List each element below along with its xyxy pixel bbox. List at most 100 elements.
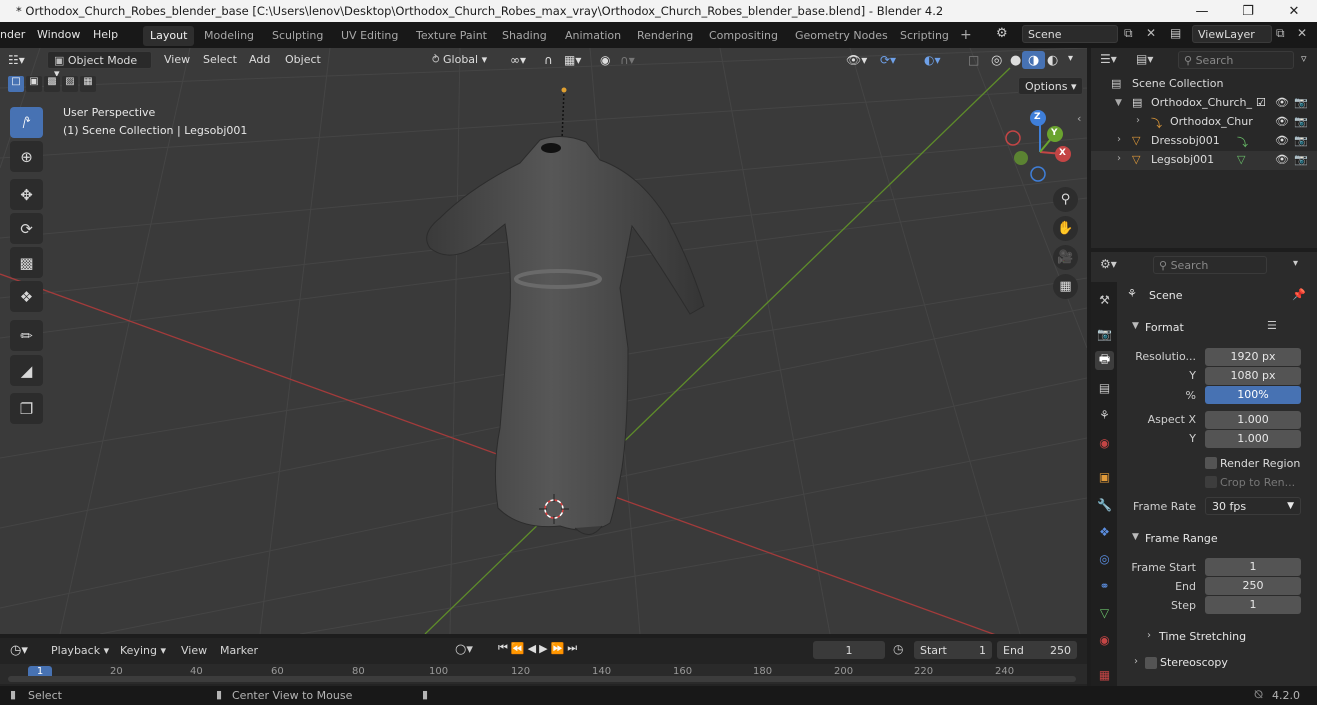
measure-tool[interactable]: ◢ (10, 355, 43, 386)
menu-view[interactable]: View (158, 51, 196, 69)
eye-icon[interactable]: 👁 (1275, 153, 1289, 166)
select-extend-icon[interactable]: ▣ (26, 76, 42, 92)
time-stretching-panel-header[interactable]: › Time Stretching (1125, 626, 1308, 648)
camera-render-icon[interactable]: 📷 (1294, 115, 1308, 128)
world-tab-icon[interactable]: ◉ (1095, 433, 1114, 452)
transform-orientation[interactable]: ⥁ Global ▾ (426, 51, 493, 69)
close-button[interactable]: ✕ (1271, 0, 1317, 22)
scene-selector[interactable]: Scene (1022, 25, 1118, 43)
menu-object[interactable]: Object (279, 51, 327, 69)
menu-select[interactable]: Select (197, 51, 243, 69)
outliner-search-input[interactable]: ⚲ Search (1178, 51, 1294, 69)
scale-tool[interactable]: ▩ (10, 247, 43, 278)
eye-icon[interactable]: 👁 (1275, 134, 1289, 147)
data-tab-icon[interactable]: ▽ (1095, 603, 1114, 622)
scene-tab-icon[interactable]: ⚘ (1095, 405, 1114, 424)
frame-start-field[interactable]: 1 (1205, 558, 1301, 576)
add-workspace-button[interactable]: + (953, 24, 979, 44)
object-tab-icon[interactable]: ▣ (1095, 467, 1114, 486)
format-panel-header[interactable]: ▼ Format ☰ (1125, 317, 1308, 339)
eye-icon[interactable]: 👁 (1275, 115, 1289, 128)
robe-model[interactable] (426, 136, 705, 535)
zoom-icon[interactable]: ⚲ (1053, 187, 1078, 212)
overlay-icon[interactable]: ◐▾ (918, 51, 947, 69)
shading-options-icon[interactable]: ▾ (1062, 51, 1079, 69)
pin-icon[interactable]: 📌 (1292, 288, 1306, 301)
timeline-menu-view[interactable]: View (181, 644, 207, 657)
gizmo-toggle-icon[interactable]: ⟳▾ (874, 51, 902, 69)
select-intersect-icon[interactable]: ▦ (80, 76, 96, 92)
camera-view-icon[interactable]: 🎥 (1053, 245, 1078, 270)
jump-start-icon[interactable]: ⏮ (498, 641, 508, 655)
tab-texture-paint[interactable]: Texture Paint (409, 26, 494, 46)
expand-arrow-icon[interactable]: ▼ (1115, 98, 1122, 108)
tab-compositing[interactable]: Compositing (702, 26, 785, 46)
timeline-menu-playback[interactable]: Playback ▾ (51, 644, 109, 657)
presets-icon[interactable]: ☰ (1267, 319, 1277, 332)
resolution-percent-field[interactable]: 100% (1205, 386, 1301, 404)
maximize-button[interactable]: ❐ (1225, 0, 1271, 22)
frame-range-panel-header[interactable]: ▼ Frame Range (1125, 528, 1308, 550)
visibility-icon[interactable]: 👁▾ (840, 51, 873, 69)
expand-arrow-icon[interactable]: › (1136, 115, 1140, 126)
select-subtract-icon[interactable]: ▩ (44, 76, 60, 92)
properties-options-icon[interactable]: ▾ (1293, 258, 1298, 269)
texture-tab-icon[interactable]: ▦ (1095, 665, 1114, 684)
scene-icon[interactable]: ⚙ (996, 26, 1008, 41)
timeline-ruler[interactable]: 1 20 40 60 80 100 120 140 160 180 200 22… (0, 664, 1087, 684)
stereoscopy-checkbox[interactable] (1145, 657, 1157, 669)
aspect-x-field[interactable]: 1.000 (1205, 411, 1301, 429)
view-layer-icon[interactable]: ▤ (1170, 26, 1181, 40)
select-new-icon[interactable]: □ (8, 76, 24, 92)
filter-icon[interactable]: ▿ (1301, 52, 1307, 65)
material-tab-icon[interactable]: ◉ (1095, 630, 1114, 649)
menu-add[interactable]: Add (243, 51, 276, 69)
view-layer-tab-icon[interactable]: ▤ (1095, 378, 1114, 397)
tab-layout[interactable]: Layout (143, 26, 195, 46)
render-tab-icon[interactable]: 📷 (1095, 324, 1114, 343)
modifier-tab-icon[interactable]: 🔧 (1095, 495, 1114, 514)
physics-tab-icon[interactable]: ◎ (1095, 549, 1114, 568)
timeline-menu-keying[interactable]: Keying ▾ (120, 644, 166, 657)
outliner-editor-icon[interactable]: ☰▾ (1100, 52, 1117, 66)
jump-end-icon[interactable]: ⏭ (567, 641, 577, 655)
aspect-y-field[interactable]: 1.000 (1205, 430, 1301, 448)
particles-tab-icon[interactable]: ❖ (1095, 522, 1114, 541)
move-tool[interactable]: ✥ (10, 179, 43, 210)
render-region-checkbox[interactable] (1205, 457, 1217, 469)
outliner-row-collection[interactable]: ▼ ▤ Orthodox_Church_ ☑ 👁 📷 (1091, 94, 1317, 113)
properties-search-input[interactable]: ⚲ Search (1153, 256, 1267, 274)
output-tab-icon[interactable]: 🖶 (1095, 351, 1114, 370)
next-keyframe-icon[interactable]: ⏩ (551, 642, 565, 655)
resolution-y-field[interactable]: 1080 px (1205, 367, 1301, 385)
tab-geometry-nodes[interactable]: Geometry Nodes (788, 26, 895, 46)
editor-type-icon[interactable]: ☷▾ (2, 51, 31, 69)
tab-uv-editing[interactable]: UV Editing (334, 26, 405, 46)
menu-window[interactable]: Window (37, 28, 80, 41)
delete-view-layer-icon[interactable]: ✕ (1297, 26, 1307, 40)
frame-step-field[interactable]: 1 (1205, 596, 1301, 614)
end-frame-field[interactable]: End 250 (997, 641, 1077, 659)
outliner-row-dressobj[interactable]: › ▽ Dressobj001 ⤵ 👁 📷 (1091, 132, 1317, 151)
frame-end-field[interactable]: 250 (1205, 577, 1301, 595)
add-cube-tool[interactable]: ❐ (10, 393, 43, 424)
start-frame-field[interactable]: Start 1 (914, 641, 992, 659)
resolution-x-field[interactable]: 1920 px (1205, 348, 1301, 366)
snap-target-icon[interactable]: ▦▾ (558, 51, 587, 69)
tab-scripting[interactable]: Scripting (893, 26, 956, 46)
outliner-row-armature[interactable]: › ⤵ Orthodox_Chur 👁 📷 (1091, 113, 1317, 132)
snap-icon[interactable]: ∩ (538, 51, 559, 69)
display-mode-icon[interactable]: ▤▾ (1136, 52, 1153, 66)
perspective-toggle-icon[interactable]: ▦ (1053, 274, 1078, 299)
tab-modeling[interactable]: Modeling (197, 26, 261, 46)
tab-shading[interactable]: Shading (495, 26, 554, 46)
camera-render-icon[interactable]: 📷 (1294, 134, 1308, 147)
properties-editor-icon[interactable]: ⚙▾ (1100, 257, 1117, 271)
timeline-menu-marker[interactable]: Marker (220, 644, 258, 657)
annotate-tool[interactable]: ✏ (10, 320, 43, 351)
outliner-row-scene-collection[interactable]: ▤ Scene Collection (1091, 75, 1317, 94)
crop-checkbox[interactable] (1205, 476, 1217, 488)
prev-keyframe-icon[interactable]: ⏪ (511, 642, 525, 655)
options-button[interactable]: Options ▾ (1018, 77, 1084, 95)
timeline-editor-icon[interactable]: ◷▾ (10, 643, 28, 658)
